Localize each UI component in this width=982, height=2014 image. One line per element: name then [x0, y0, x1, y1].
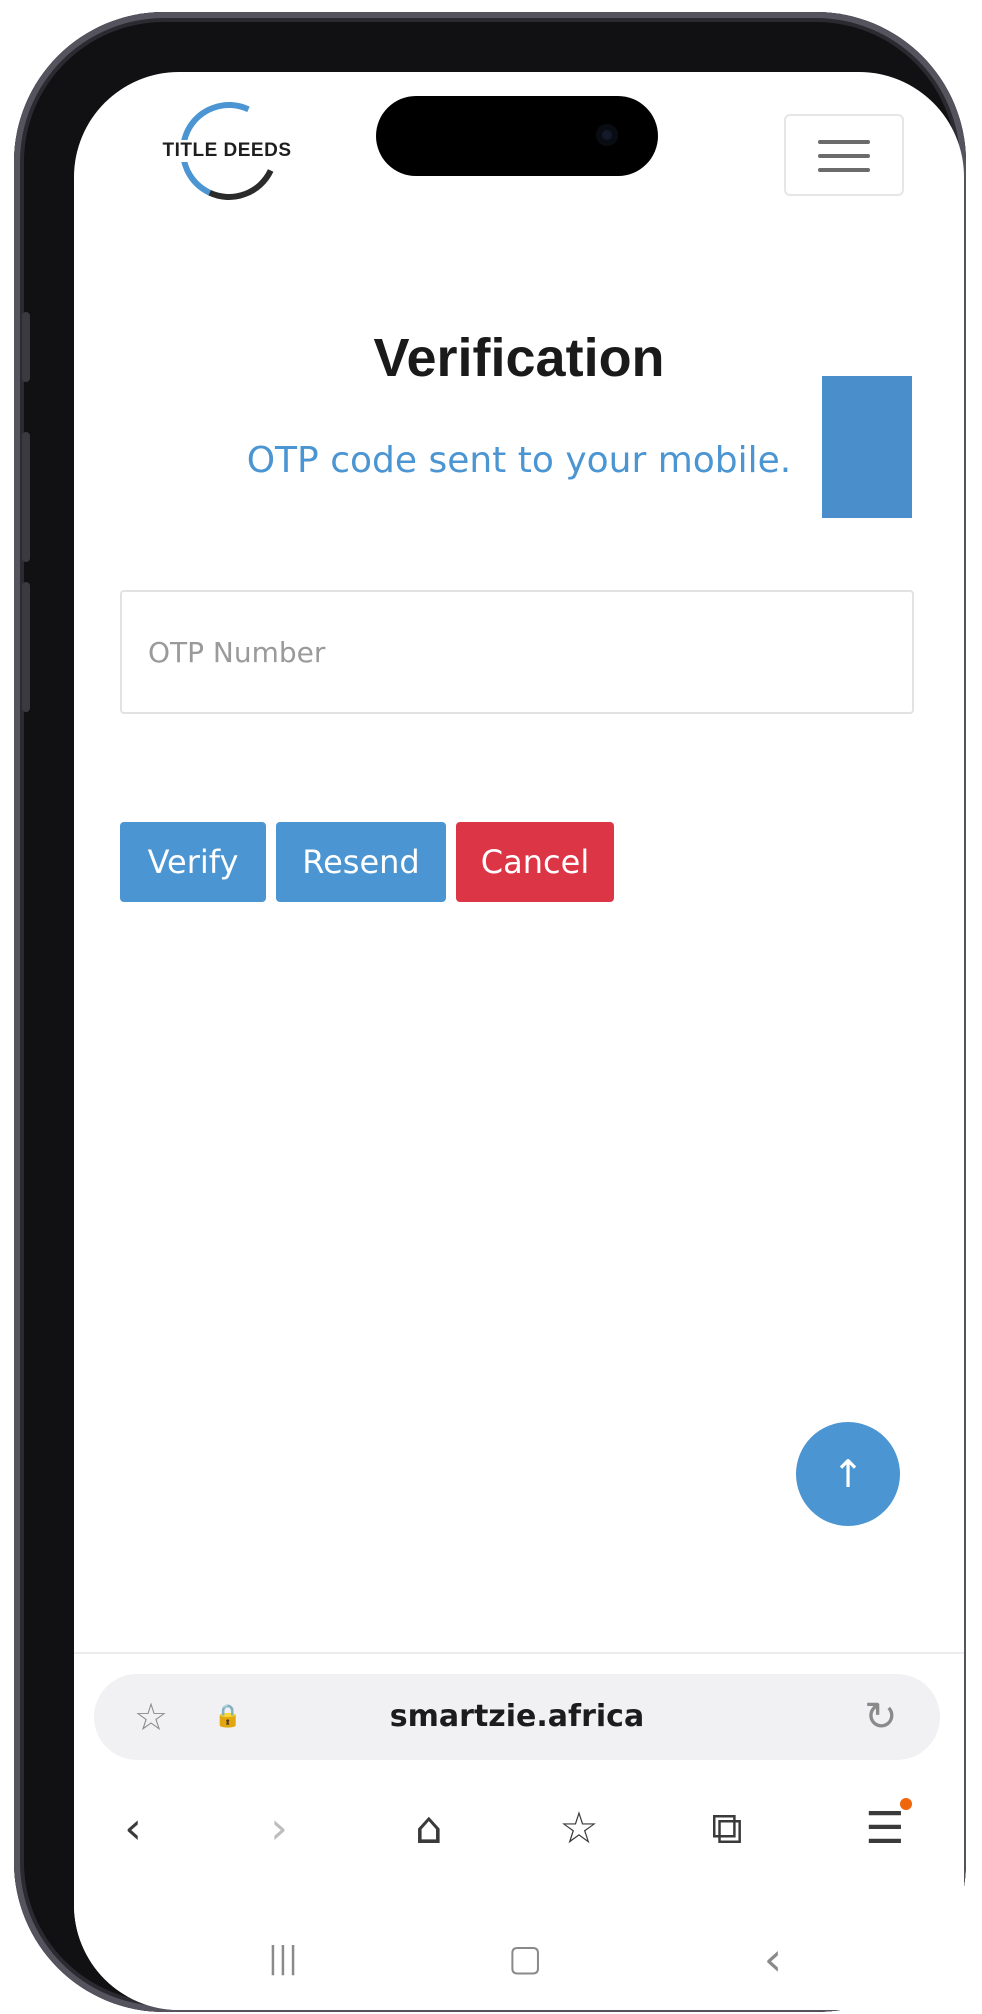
url-text[interactable]: smartzie.africa — [94, 1674, 940, 1760]
hamburger-menu-icon — [818, 140, 870, 144]
decorative-blue-block — [822, 376, 912, 518]
volume-down-button — [22, 582, 30, 712]
hamburger-menu-icon — [818, 154, 870, 158]
site-logo[interactable]: TITLE DEEDS — [152, 88, 302, 214]
address-bar[interactable]: ☆ 🔒 smartzie.africa ↻ — [94, 1674, 940, 1760]
otp-number-input[interactable] — [120, 590, 914, 714]
browser-menu-glyph: ☰ — [865, 1803, 905, 1854]
cancel-button[interactable]: Cancel — [456, 822, 614, 902]
hamburger-menu-icon — [818, 168, 870, 172]
back-icon[interactable]: ‹ — [88, 1784, 178, 1874]
browser-toolbar: ☆ 🔒 smartzie.africa ↻ ‹ › ⌂ ☆ ⧉ ☰ ||| ▢ … — [74, 1652, 964, 2010]
hamburger-menu-button[interactable] — [784, 114, 904, 196]
logo-text: TITLE DEEDS — [152, 140, 302, 162]
scroll-to-top-button[interactable]: ↑ — [796, 1422, 900, 1526]
system-nav-row: ||| ▢ ‹ — [74, 1914, 964, 2004]
forward-icon[interactable]: › — [234, 1784, 324, 1874]
dynamic-island — [376, 96, 658, 176]
home-icon[interactable]: ⌂ — [384, 1784, 474, 1874]
page: TITLE DEEDS Verification OTP code sent t… — [0, 0, 982, 2014]
action-button — [22, 312, 30, 382]
bookmarks-icon[interactable]: ☆ — [534, 1784, 624, 1874]
system-back-icon[interactable]: ‹ — [728, 1914, 818, 2004]
notification-dot — [900, 1798, 912, 1810]
browser-nav-row: ‹ › ⌂ ☆ ⧉ ☰ — [74, 1784, 964, 1874]
browser-menu-icon[interactable]: ☰ — [840, 1784, 930, 1874]
phone-screen: TITLE DEEDS Verification OTP code sent t… — [74, 72, 964, 2010]
arrow-up-icon: ↑ — [832, 1452, 864, 1496]
system-home-icon[interactable]: ▢ — [480, 1914, 570, 2004]
phone-frame: TITLE DEEDS Verification OTP code sent t… — [14, 12, 966, 2012]
recent-apps-icon[interactable]: ||| — [238, 1914, 328, 2004]
reload-icon[interactable]: ↻ — [864, 1674, 898, 1760]
verify-button[interactable]: Verify — [120, 822, 266, 902]
resend-button[interactable]: Resend — [276, 822, 446, 902]
volume-up-button — [22, 432, 30, 562]
front-camera — [596, 124, 618, 146]
tabs-icon[interactable]: ⧉ — [682, 1784, 772, 1874]
